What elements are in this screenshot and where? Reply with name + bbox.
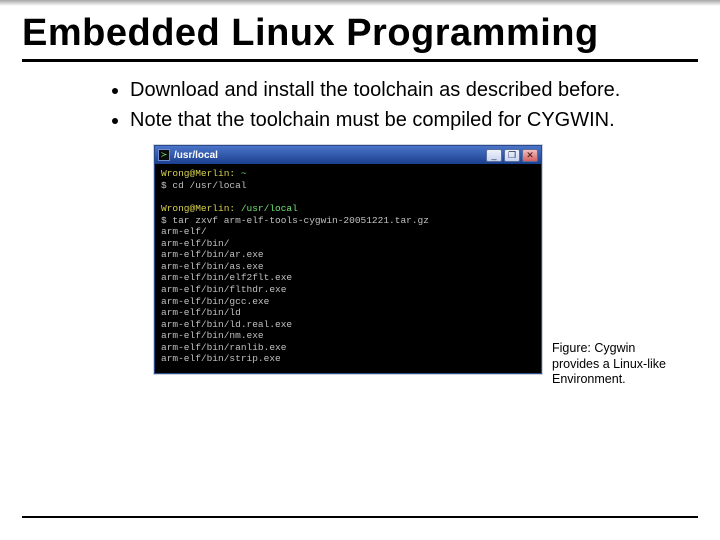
prompt-path: /usr/local [235,203,298,214]
terminal-icon: ≻ [158,149,170,161]
body: Download and install the toolchain as de… [22,62,698,388]
term-line: arm-elf/bin/nm.exe [161,330,264,341]
prompt-userhost: Wrong@Merlin: [161,203,235,214]
maximize-button[interactable]: ❐ [504,149,520,162]
term-line: arm-elf/bin/strip.exe [161,353,281,364]
term-line: arm-elf/bin/ld [161,307,241,318]
term-line: arm-elf/bin/ld.real.exe [161,319,292,330]
term-line: arm-elf/bin/elf2flt.exe [161,272,292,283]
prompt-userhost: Wrong@Merlin: [161,168,235,179]
term-line: arm-elf/bin/ranlib.exe [161,342,286,353]
slide: Embedded Linux Programming Download and … [0,0,720,540]
titlebar: ≻ /usr/local _ ❐ ✕ [155,146,541,164]
bullet-list: Download and install the toolchain as de… [110,78,674,133]
figure-area: ≻ /usr/local _ ❐ ✕ Wrong@Merlin: ~ $ cd … [110,145,674,388]
top-shadow [0,0,720,6]
term-line: arm-elf/bin/flthdr.exe [161,284,286,295]
term-line: arm-elf/bin/ [161,238,229,249]
prompt-path: ~ [235,168,246,179]
window-title: /usr/local [174,150,486,161]
terminal-output: Wrong@Merlin: ~ $ cd /usr/local Wrong@Me… [155,164,541,373]
bullet-item: Note that the toolchain must be compiled… [130,108,674,134]
cygwin-window: ≻ /usr/local _ ❐ ✕ Wrong@Merlin: ~ $ cd … [154,145,542,374]
term-line: $ cd /usr/local [161,180,247,191]
close-button[interactable]: ✕ [522,149,538,162]
term-line: $ tar zxvf arm-elf-tools-cygwin-20051221… [161,215,429,226]
minimize-button[interactable]: _ [486,149,502,162]
term-line: arm-elf/bin/as.exe [161,261,264,272]
term-line: arm-elf/bin/ar.exe [161,249,264,260]
window-buttons: _ ❐ ✕ [486,149,538,162]
footer-rule [22,516,698,518]
bullet-item: Download and install the toolchain as de… [130,78,674,104]
title-wrap: Embedded Linux Programming [22,6,698,57]
figure-caption: Figure: Cygwin provides a Linux-like Env… [552,145,670,388]
page-title: Embedded Linux Programming [22,6,599,57]
term-line: arm-elf/ [161,226,207,237]
term-line: arm-elf/bin/gcc.exe [161,296,269,307]
